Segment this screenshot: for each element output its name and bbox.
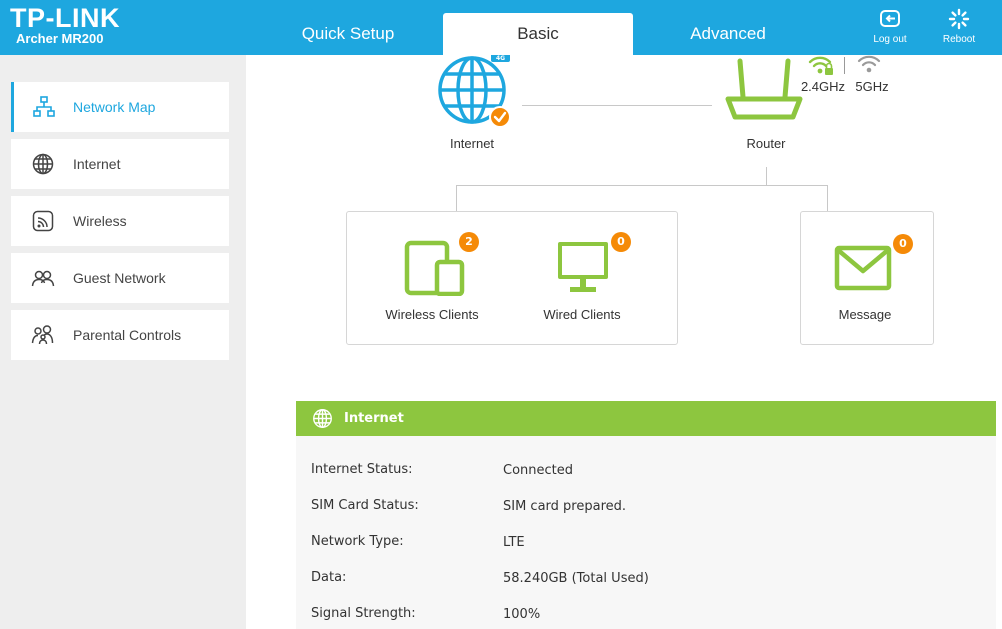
reboot-label: Reboot <box>942 34 976 45</box>
model-name: Archer MR200 <box>16 31 104 46</box>
internet-status-value: Connected <box>503 463 574 478</box>
message-drop <box>827 185 828 211</box>
signal-strength-label: Signal Strength: <box>311 606 416 621</box>
router-node[interactable] <box>723 55 805 127</box>
sidebar: Network Map Internet Wireless Guest Netw… <box>0 55 246 629</box>
sidebar-item-label: Guest Network <box>73 270 166 286</box>
router-label: Router <box>746 136 786 151</box>
data-usage-label: Data: <box>311 570 347 585</box>
sidebar-item-label: Network Map <box>73 99 156 115</box>
reboot-icon <box>948 8 970 30</box>
guest-network-icon <box>31 270 55 287</box>
data-usage-value: 58.240GB (Total Used) <box>503 571 649 586</box>
main-content: 4G Internet Router 2.4GHz 5GHz 2 Wireles… <box>246 53 1002 629</box>
sidebar-item-guest-network[interactable]: Guest Network <box>11 253 229 303</box>
internet-panel-header: Internet <box>296 401 996 436</box>
sidebar-item-wireless[interactable]: Wireless <box>11 196 229 246</box>
internet-panel-title: Internet <box>344 411 404 426</box>
internet-node[interactable]: 4G <box>434 53 514 130</box>
logout-label: Log out <box>873 34 907 45</box>
tab-advanced[interactable]: Advanced <box>633 13 823 55</box>
network-type-value: LTE <box>503 535 525 550</box>
band-divider <box>844 57 845 74</box>
wireless-clients-node[interactable] <box>404 240 466 297</box>
message-node[interactable] <box>834 245 892 293</box>
envelope-icon <box>834 245 892 291</box>
tab-quick-setup[interactable]: Quick Setup <box>253 13 443 55</box>
reboot-button[interactable]: Reboot <box>929 8 989 45</box>
wireless-clients-count-badge: 2 <box>459 232 479 252</box>
desktop-icon <box>558 242 608 292</box>
logout-icon <box>880 10 900 27</box>
sidebar-item-parental-controls[interactable]: Parental Controls <box>11 310 229 360</box>
clients-left-drop <box>456 185 457 211</box>
tab-basic[interactable]: Basic <box>443 13 633 55</box>
sidebar-item-label: Parental Controls <box>73 327 182 343</box>
wireless-icon <box>32 210 54 232</box>
wireless-clients-label: Wireless Clients <box>385 307 479 322</box>
sidebar-item-network-map[interactable]: Network Map <box>11 82 229 132</box>
clients-branch-line <box>456 185 828 186</box>
wifi-5ghz-icon[interactable] <box>857 55 881 74</box>
sim-status-value: SIM card prepared. <box>503 499 627 514</box>
mobile-devices-icon <box>404 240 465 297</box>
tp-link-logo: TP-LINK <box>10 3 120 33</box>
internet-label: Internet <box>449 136 495 151</box>
wired-clients-count-badge: 0 <box>611 232 631 252</box>
top-header: TP-LINK Archer MR200 Quick Setup Basic A… <box>0 0 1002 55</box>
sidebar-item-internet[interactable]: Internet <box>11 139 229 189</box>
internet-panel-body: Internet Status: Connected SIM Card Stat… <box>296 436 996 629</box>
message-label: Message <box>838 307 892 322</box>
internet-status-label: Internet Status: <box>311 462 413 477</box>
globe-icon <box>32 153 54 175</box>
sidebar-item-label: Internet <box>73 156 121 172</box>
sim-status-label: SIM Card Status: <box>311 498 419 513</box>
message-count-badge: 0 <box>893 234 913 254</box>
wired-clients-label: Wired Clients <box>543 307 621 322</box>
network-type-label: Network Type: <box>311 534 404 549</box>
band-5ghz-label: 5GHz <box>855 79 889 94</box>
internet-badge: 4G <box>496 55 505 62</box>
globe-icon: 4G <box>438 53 511 128</box>
parental-controls-icon <box>31 325 54 345</box>
router-icon <box>725 58 803 120</box>
internet-router-link <box>522 105 712 106</box>
wifi-2-4ghz-icon[interactable] <box>808 55 834 76</box>
router-down-line <box>766 167 767 185</box>
wired-clients-node[interactable] <box>556 240 612 296</box>
sidebar-item-label: Wireless <box>73 213 127 229</box>
clients-card <box>346 211 678 345</box>
signal-strength-value: 100% <box>503 607 541 622</box>
network-map-icon <box>33 96 55 117</box>
band-2-4ghz-label: 2.4GHz <box>800 79 846 94</box>
globe-icon <box>313 409 332 428</box>
logout-button[interactable]: Log out <box>860 8 920 45</box>
